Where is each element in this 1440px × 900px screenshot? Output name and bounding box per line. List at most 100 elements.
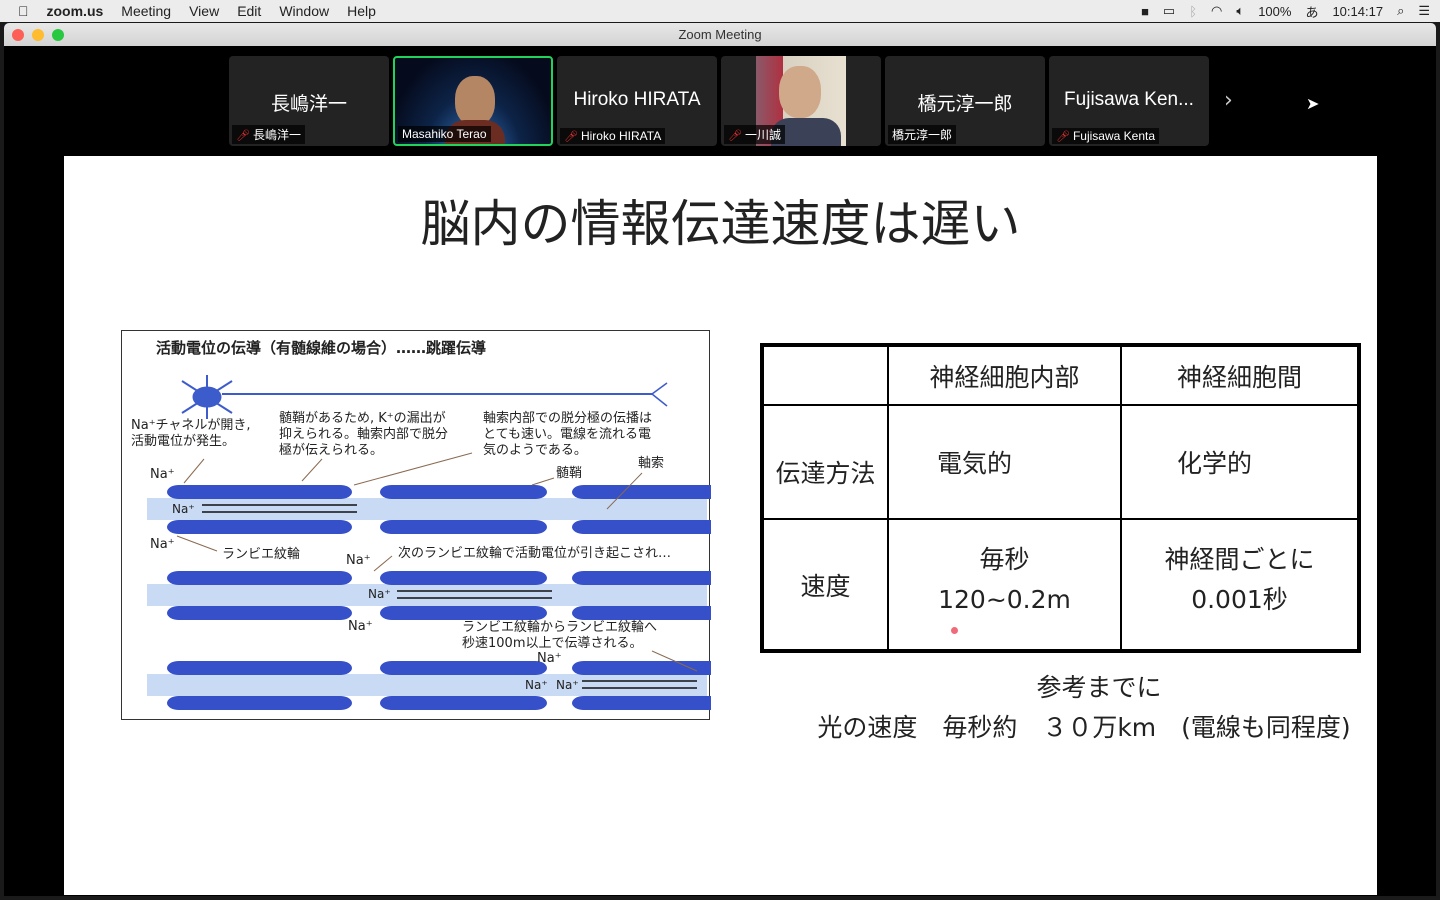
muted-mic-icon: 🎤︎ [1056,131,1070,143]
myelin-sheath [167,520,352,534]
menu-edit[interactable]: Edit [228,3,270,19]
menu-view[interactable]: View [180,3,228,19]
window-title: Zoom Meeting [678,27,762,42]
annotation-line: 軸索内部での脱分極の伝播は [483,411,653,426]
wifi-icon[interactable]: ◠ [1211,3,1222,19]
participant-name: 橋元淳一郎 [917,94,1013,115]
na-label: Na⁺ [368,587,391,601]
annotation-axon-propagation: 軸索内部での脱分極の伝播は とても速い。電線を流れる電 気のようである。 [483,411,652,459]
annotation-line: 極が伝えられる。 [279,443,384,458]
cell-line: 0.001秒 [1191,585,1288,614]
ime-indicator[interactable]: あ [1305,2,1318,21]
na-label: Na⁺ [150,537,175,552]
myelin-sheath [572,696,711,710]
neuron-illustration [147,375,711,710]
participant-video [455,76,495,126]
myelin-sheath [380,661,547,675]
muted-mic-icon: 🎤︎ [236,130,250,142]
table-header: 神経細胞内部 [887,344,1122,406]
apple-icon[interactable]:  [0,3,38,19]
speed-annotation: ランビエ紋輪からランビエ紋輪へ 秒速100m以上で伝導される。 [462,620,657,652]
myelin-sheath [167,485,352,499]
annotation-line: 髄鞘があるため, K⁺の漏出が [279,411,446,426]
ranvier-label: ランビエ紋輪 [222,547,301,562]
annotation-line: 秒速100m以上で伝導される。 [462,636,643,651]
airplay-icon[interactable]: ▭ [1163,3,1175,19]
participant-tile[interactable]: 橋元淳一郎 橋元淳一郎 [885,56,1045,146]
myelin-sheath [167,571,352,585]
myelin-sheath [572,520,711,534]
myelin-sheath [572,485,711,499]
myelin-sheath [380,571,547,585]
participant-label: Fujisawa Kenta [1072,129,1156,143]
annotation-myelin: 髄鞘があるため, K⁺の漏出が 抑えられる。軸索内部で脱分 極が伝えられる。 [279,411,448,459]
myelin-sheath [380,520,547,534]
na-label: Na⁺ [556,678,579,692]
annotation-line: Na⁺チャネルが開き, [131,418,251,433]
table-cell: 電気的 [887,404,1122,520]
myelin-sheath [380,606,547,620]
myelin-sheath [167,696,352,710]
myelin-sheath [380,696,547,710]
search-icon[interactable]: ⌕ [1397,3,1404,19]
battery-text[interactable]: 100% [1258,4,1291,19]
axon-segment [147,674,707,696]
table-header-empty [761,344,889,406]
next-node-annotation: 次のランビエ紋輪で活動電位が引き起こされ… [398,546,672,561]
participant-label: 一川誠 [744,128,781,142]
table-row: 伝達方法 電気的 化学的 [761,404,1360,520]
saltatory-conduction-diagram: 活動電位の伝導（有髄線維の場合）……跳躍伝導 Na⁺チャネルが開き, 活動電位が… [121,330,711,720]
volume-icon[interactable]: 🔈︎ [1236,3,1244,19]
cell-line: 毎秒 [979,545,1030,574]
axon-segment [147,584,707,606]
na-label: Na⁺ [346,553,371,568]
na-label: Na⁺ [525,678,548,692]
participant-tile[interactable]: Hiroko HIRATA 🎤︎ Hiroko HIRATA [557,56,717,146]
bluetooth-icon[interactable]: ᛒ [1189,4,1197,19]
table-header: 神経細胞間 [1120,344,1360,406]
next-page-chevron-icon[interactable]: › [1224,88,1233,113]
na-label: Na⁺ [172,502,195,516]
close-button[interactable] [12,29,24,41]
myelin-sheath [572,606,711,620]
muted-mic-icon: 🎤︎ [564,131,578,143]
shared-slide: 脳内の情報伝達速度は遅い 活動電位の伝導（有髄線維の場合）……跳躍伝導 Na⁺チ… [64,156,1377,895]
reference-heading: 参考までに [1036,673,1162,702]
annotation-line: 気のようである。 [483,443,587,458]
slide-title: 脳内の情報伝達速度は遅い [420,195,1021,253]
row-label: 速度 [761,518,889,652]
participant-label: 橋元淳一郎 [892,128,953,142]
table-cell: 神経間ごとに 0.001秒 [1120,518,1360,652]
mouse-cursor-icon: ➤ [1306,94,1320,113]
participant-tile[interactable]: 🎤︎ 一川誠 [721,56,881,146]
myelin-sheath [167,661,352,675]
reference-note: 参考までに 光の速度 毎秒約 ３０万km (電線も同程度) [804,668,1364,748]
menu-window[interactable]: Window [270,3,338,19]
na-label: Na⁺ [537,651,562,666]
muted-mic-icon: 🎤︎ [728,130,742,142]
participant-name: 長嶋洋一 [270,94,347,115]
reference-text: 光の速度 毎秒約 ３０万km (電線も同程度) [817,713,1351,742]
clock[interactable]: 10:14:17 [1332,4,1383,19]
axon-label: 軸索 [638,456,665,471]
na-label: Na⁺ [150,467,175,482]
na-label: Na⁺ [348,619,373,634]
row-label: 伝達方法 [761,404,889,520]
axon-segment [147,498,707,520]
window-titlebar: Zoom Meeting [4,23,1436,46]
annotation-line: 抑えられる。軸索内部で脱分 [279,427,449,442]
menu-meeting[interactable]: Meeting [112,3,180,19]
participant-tile[interactable]: 長嶋洋一 🎤︎ 長嶋洋一 [229,56,389,146]
annotation-line: ランビエ紋輪からランビエ紋輪へ [462,620,658,635]
menu-help[interactable]: Help [338,3,385,19]
participant-tile[interactable]: Fujisawa Ken... 🎤︎ Fujisawa Kenta [1049,56,1209,146]
table-cell: 化学的 [1120,404,1360,520]
menu-bar:  zoom.us Meeting View Edit Window Help … [0,0,1440,22]
participant-tile-active-speaker[interactable]: Masahiko Terao [393,56,553,146]
participant-name: Fujisawa Ken... [1064,89,1194,110]
zoom-status-icon[interactable]: ■ [1141,4,1149,19]
minimize-button[interactable] [32,29,44,41]
list-icon[interactable]: ☰ [1418,3,1430,19]
menu-app[interactable]: zoom.us [38,3,113,19]
maximize-button[interactable] [52,29,64,41]
